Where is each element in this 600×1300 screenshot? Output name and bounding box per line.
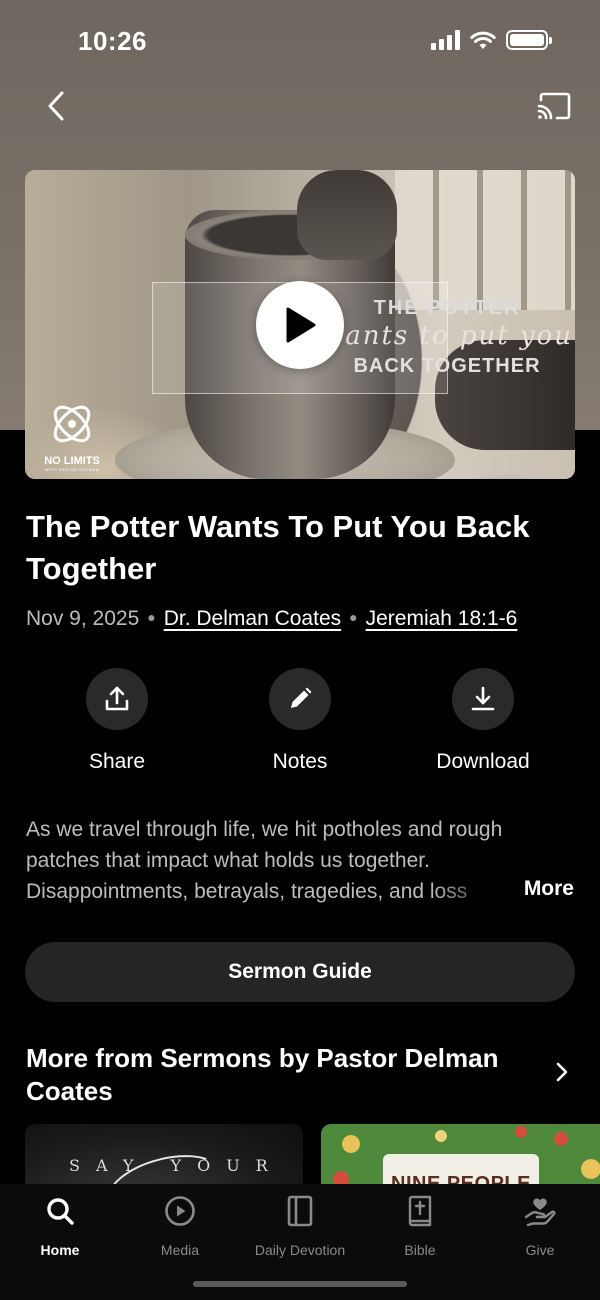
battery-icon xyxy=(506,30,552,50)
status-icons xyxy=(431,30,552,50)
notes-button[interactable] xyxy=(269,668,331,730)
tab-label: Give xyxy=(525,1242,555,1258)
download-action[interactable]: Download xyxy=(393,668,573,774)
status-time: 10:26 xyxy=(78,26,147,56)
tab-give[interactable]: Give xyxy=(480,1194,600,1258)
notes-label: Notes xyxy=(272,750,328,773)
cellular-signal-icon xyxy=(431,30,460,50)
share-icon xyxy=(105,686,129,711)
bible-icon xyxy=(408,1195,432,1227)
tab-label: Bible xyxy=(404,1242,436,1258)
speaker-link[interactable]: Dr. Delman Coates xyxy=(164,607,341,630)
cast-button[interactable] xyxy=(534,86,574,126)
tab-label: Home xyxy=(40,1242,80,1258)
download-button[interactable] xyxy=(452,668,514,730)
tab-bible[interactable]: Bible xyxy=(360,1194,480,1258)
chevron-right-icon[interactable] xyxy=(556,1062,568,1082)
chevron-left-icon xyxy=(48,91,64,121)
status-bar: 10:26 xyxy=(0,0,600,84)
logo-text: NO LIMITS xyxy=(44,455,100,467)
scripture-link[interactable]: Jeremiah 18:1-6 xyxy=(366,607,518,630)
card-title: SAY YOUR xyxy=(69,1156,284,1175)
artwork-title-line3: BACK TOGETHER xyxy=(353,355,541,377)
search-icon xyxy=(47,1198,74,1225)
tab-label: Daily Devotion xyxy=(254,1242,346,1258)
sermon-guide-button[interactable]: Sermon Guide xyxy=(25,942,575,1002)
separator-dot: ● xyxy=(147,609,156,625)
more-button[interactable]: More xyxy=(524,877,574,901)
pencil-icon xyxy=(291,687,312,708)
home-indicator xyxy=(193,1281,407,1287)
download-label: Download xyxy=(436,750,530,773)
logo-subtext: WITH PASTOR DELMAN xyxy=(44,467,100,472)
sermon-date: Nov 9, 2025 xyxy=(26,607,140,630)
share-label: Share xyxy=(88,750,146,773)
play-circle-icon xyxy=(165,1196,195,1226)
no-limits-logo: NO LIMITS WITH PASTOR DELMAN xyxy=(33,400,111,472)
artwork-hand xyxy=(297,170,397,260)
tab-label: Media xyxy=(160,1242,200,1258)
play-icon xyxy=(286,307,316,343)
tab-home[interactable]: Home xyxy=(0,1194,120,1258)
separator-dot: ● xyxy=(349,609,358,625)
wifi-icon xyxy=(470,31,496,49)
no-limits-logo-icon xyxy=(53,405,91,443)
sermon-meta: Nov 9, 2025 ● Dr. Delman Coates ● Jeremiah 1… xyxy=(26,607,517,631)
sermon-artwork[interactable]: THE POTTER wants to put you BACK TOGETHE… xyxy=(25,170,575,479)
share-action[interactable]: Share xyxy=(27,668,207,774)
notes-action[interactable]: Notes xyxy=(210,668,390,774)
description-fade xyxy=(430,876,510,907)
more-section-title[interactable]: More from Sermons by Pastor Delman Coate… xyxy=(26,1042,536,1108)
give-heart-icon xyxy=(524,1198,556,1227)
download-icon xyxy=(471,686,495,711)
share-button[interactable] xyxy=(86,668,148,730)
play-button[interactable] xyxy=(256,281,344,369)
cast-icon xyxy=(537,92,571,120)
book-icon xyxy=(287,1195,313,1227)
back-button[interactable] xyxy=(36,84,76,128)
tab-media[interactable]: Media xyxy=(120,1194,240,1258)
action-row: Share Notes Download xyxy=(0,668,600,788)
sermon-title: The Potter Wants To Put You Back Togethe… xyxy=(26,509,530,586)
tab-daily-devotion[interactable]: Daily Devotion xyxy=(240,1194,360,1258)
